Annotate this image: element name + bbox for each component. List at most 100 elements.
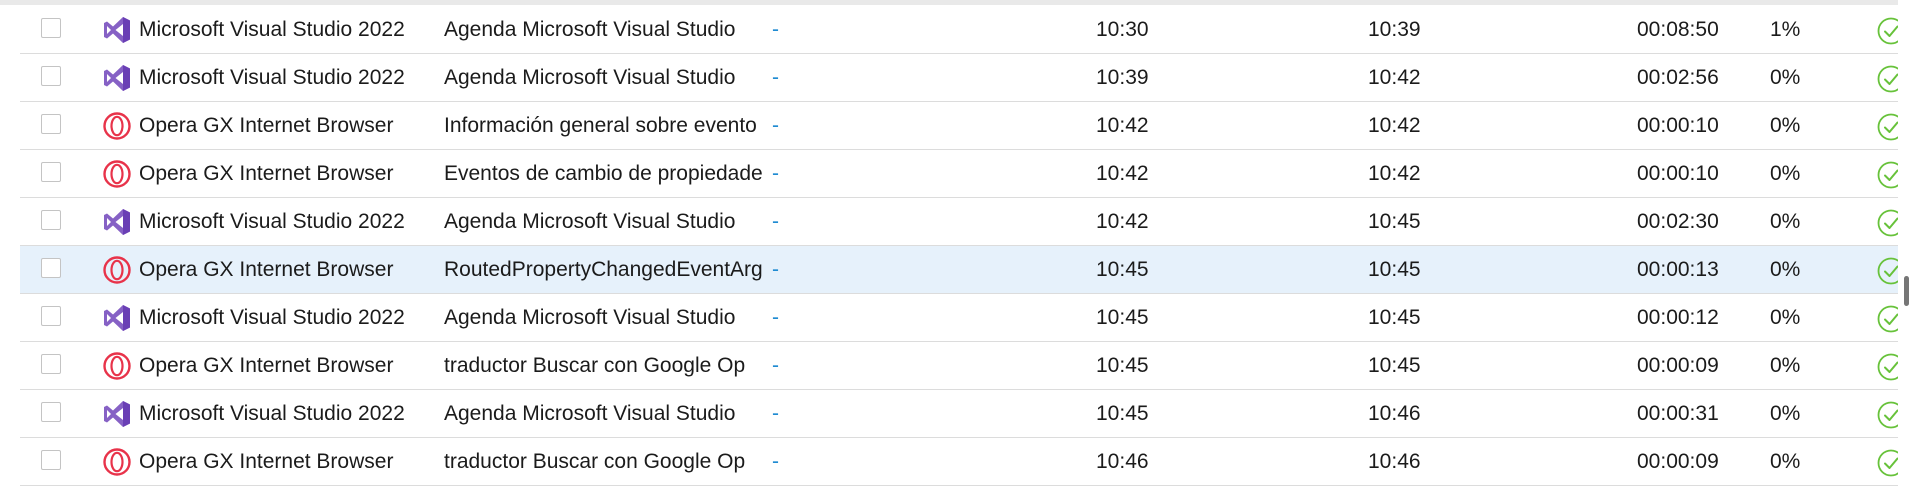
end-time: 10:46	[1368, 402, 1421, 425]
window-title: Agenda Microsoft Visual Studio	[444, 306, 736, 329]
app-name: Microsoft Visual Studio 2022	[139, 306, 405, 329]
visual-studio-icon	[102, 303, 132, 333]
start-time: 10:30	[1096, 18, 1149, 41]
row-checkbox[interactable]	[41, 162, 61, 182]
app-name: Microsoft Visual Studio 2022	[139, 402, 405, 425]
start-time: 10:46	[1096, 450, 1149, 473]
duration: 00:00:10	[1637, 162, 1719, 185]
table-row[interactable]: Microsoft Visual Studio 2022 Agenda Micr…	[20, 390, 1908, 438]
opera-gx-icon	[102, 447, 132, 477]
start-time: 10:39	[1096, 66, 1149, 89]
app-name: Microsoft Visual Studio 2022	[139, 18, 405, 41]
duration: 00:02:30	[1637, 210, 1719, 233]
duration: 00:08:50	[1637, 18, 1719, 41]
percentage: 0%	[1770, 402, 1801, 425]
category-link[interactable]: -	[772, 438, 802, 485]
start-time: 10:45	[1096, 354, 1149, 377]
opera-gx-icon	[102, 255, 132, 285]
category-link[interactable]: -	[772, 342, 802, 389]
end-time: 10:42	[1368, 114, 1421, 137]
start-time: 10:45	[1096, 306, 1149, 329]
end-time: 10:46	[1368, 450, 1421, 473]
activity-log-view: Microsoft Visual Studio 2022 Agenda Micr…	[0, 0, 1918, 493]
opera-gx-icon	[102, 351, 132, 381]
table-row[interactable]: Microsoft Visual Studio 2022 Agenda Micr…	[20, 294, 1908, 342]
table-row[interactable]: Microsoft Visual Studio 2022 Agenda Micr…	[20, 6, 1908, 54]
duration: 00:00:10	[1637, 114, 1719, 137]
row-checkbox[interactable]	[41, 354, 61, 374]
app-name: Opera GX Internet Browser	[139, 258, 394, 281]
percentage: 0%	[1770, 210, 1801, 233]
category-link[interactable]: -	[772, 198, 802, 245]
end-time: 10:45	[1368, 306, 1421, 329]
opera-gx-icon	[102, 111, 132, 141]
end-time: 10:42	[1368, 66, 1421, 89]
header-separator	[0, 0, 1900, 5]
window-title: traductor Buscar con Google Op	[444, 450, 746, 473]
end-time: 10:42	[1368, 162, 1421, 185]
opera-gx-icon	[102, 159, 132, 189]
duration: 00:00:09	[1637, 450, 1719, 473]
row-checkbox[interactable]	[41, 306, 61, 326]
end-time: 10:45	[1368, 258, 1421, 281]
start-time: 10:42	[1096, 114, 1149, 137]
row-checkbox[interactable]	[41, 258, 61, 278]
duration: 00:00:31	[1637, 402, 1719, 425]
row-checkbox[interactable]	[41, 114, 61, 134]
category-link[interactable]: -	[772, 246, 802, 293]
duration: 00:00:09	[1637, 354, 1719, 377]
percentage: 0%	[1770, 450, 1801, 473]
table-row[interactable]: Microsoft Visual Studio 2022 Agenda Micr…	[20, 198, 1908, 246]
category-link[interactable]: -	[772, 150, 802, 197]
percentage: 0%	[1770, 66, 1801, 89]
row-checkbox[interactable]	[41, 210, 61, 230]
app-name: Opera GX Internet Browser	[139, 354, 394, 377]
table-row[interactable]: Opera GX Internet Browser Eventos de cam…	[20, 150, 1908, 198]
duration: 00:00:12	[1637, 306, 1719, 329]
end-time: 10:39	[1368, 18, 1421, 41]
window-title: RoutedPropertyChangedEventArg	[444, 258, 763, 281]
start-time: 10:42	[1096, 162, 1149, 185]
start-time: 10:42	[1096, 210, 1149, 233]
duration: 00:02:56	[1637, 66, 1719, 89]
end-time: 10:45	[1368, 210, 1421, 233]
percentage: 0%	[1770, 354, 1801, 377]
table-row[interactable]: Microsoft Visual Studio 2022 Agenda Micr…	[20, 54, 1908, 102]
app-name: Opera GX Internet Browser	[139, 450, 394, 473]
app-name: Microsoft Visual Studio 2022	[139, 210, 405, 233]
window-title: Eventos de cambio de propiedade	[444, 162, 763, 185]
activity-table: Microsoft Visual Studio 2022 Agenda Micr…	[20, 6, 1908, 486]
window-title: traductor Buscar con Google Op	[444, 354, 746, 377]
row-checkbox[interactable]	[41, 18, 61, 38]
percentage: 0%	[1770, 114, 1801, 137]
table-row[interactable]: Opera GX Internet Browser Información ge…	[20, 102, 1908, 150]
category-link[interactable]: -	[772, 390, 802, 437]
vertical-scrollbar[interactable]	[1898, 0, 1910, 493]
table-row[interactable]: Opera GX Internet Browser traductor Busc…	[20, 438, 1908, 486]
window-title: Información general sobre evento	[444, 114, 757, 137]
table-row[interactable]: Opera GX Internet Browser traductor Busc…	[20, 342, 1908, 390]
percentage: 0%	[1770, 258, 1801, 281]
window-title: Agenda Microsoft Visual Studio	[444, 66, 736, 89]
scrollbar-thumb[interactable]	[1904, 276, 1909, 306]
row-checkbox[interactable]	[41, 450, 61, 470]
visual-studio-icon	[102, 207, 132, 237]
category-link[interactable]: -	[772, 54, 802, 101]
app-name: Opera GX Internet Browser	[139, 114, 394, 137]
percentage: 0%	[1770, 306, 1801, 329]
category-link[interactable]: -	[772, 6, 802, 53]
category-link[interactable]: -	[772, 294, 802, 341]
row-checkbox[interactable]	[41, 66, 61, 86]
visual-studio-icon	[102, 15, 132, 45]
app-name: Microsoft Visual Studio 2022	[139, 66, 405, 89]
window-title: Agenda Microsoft Visual Studio	[444, 18, 736, 41]
visual-studio-icon	[102, 63, 132, 93]
category-link[interactable]: -	[772, 102, 802, 149]
start-time: 10:45	[1096, 258, 1149, 281]
duration: 00:00:13	[1637, 258, 1719, 281]
app-name: Opera GX Internet Browser	[139, 162, 394, 185]
table-row-selected[interactable]: Opera GX Internet Browser RoutedProperty…	[20, 246, 1908, 294]
start-time: 10:45	[1096, 402, 1149, 425]
row-checkbox[interactable]	[41, 402, 61, 422]
end-time: 10:45	[1368, 354, 1421, 377]
